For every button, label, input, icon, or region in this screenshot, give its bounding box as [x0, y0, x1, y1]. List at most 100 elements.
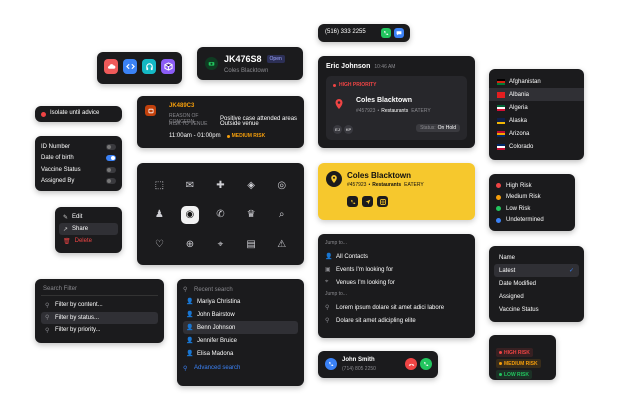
country-item[interactable]: Albania	[489, 88, 584, 101]
risk-label: RISK TO VENUE	[169, 121, 208, 127]
decline-call-button[interactable]	[405, 358, 417, 370]
red-dot	[41, 111, 46, 117]
plus-circle-icon-glyph: ⊕	[185, 238, 195, 250]
recent-item[interactable]: 👤 Benn Johnson	[183, 321, 298, 334]
isolate-chip[interactable]: Isolate until advice	[35, 106, 122, 122]
phone-icon[interactable]: ✆	[205, 200, 236, 229]
jump-item[interactable]: ⚲ Lorem ipsum dolare sit amet adici labo…	[325, 301, 468, 314]
plate-card[interactable]: JK476S8 Open Coles Blacktown	[197, 47, 303, 80]
jump-item-label: Lorem ipsum dolare sit amet adici labore	[336, 304, 445, 311]
search-icon: ⚲	[183, 365, 188, 372]
avatar[interactable]: KP	[344, 125, 353, 134]
grid-icon[interactable]	[377, 196, 388, 207]
country-item[interactable]: Alaska	[489, 114, 584, 127]
headphones-icon[interactable]	[142, 59, 156, 74]
share-label: Share	[72, 226, 89, 232]
menu-item-share[interactable]: ↗ Share	[59, 223, 118, 235]
toggle-switch[interactable]	[106, 143, 116, 150]
recent-item[interactable]: 👤 Mariya Christina	[183, 295, 298, 308]
filter-option[interactable]: ⚲ Filter by status...	[41, 311, 158, 324]
isolate-label: Isolate until advice	[50, 110, 100, 116]
sort-option[interactable]: Name	[494, 251, 579, 264]
jump-item[interactable]: 👤 All Contacts	[325, 250, 468, 263]
status-pill[interactable]: Status: On Hold	[416, 124, 460, 132]
setting-label: Vaccine Status	[41, 166, 81, 173]
case-card[interactable]: JK489C3 REASON OF CONCERN Positive case …	[137, 96, 304, 148]
avatar[interactable]: EJ	[333, 125, 342, 134]
flag-icon	[497, 78, 505, 85]
bag-icon[interactable]: ◈	[236, 171, 267, 200]
plate-subtitle: Coles Blacktown	[224, 68, 269, 74]
sort-option[interactable]: Assigned	[494, 290, 579, 303]
recent-search-header[interactable]: ⚲ Recent search	[183, 284, 298, 295]
code-icon[interactable]	[123, 59, 137, 74]
jump-item[interactable]: ▣ Events I'm looking for	[325, 263, 468, 276]
risk-legend-item: Medium Risk	[496, 192, 568, 204]
advanced-search-link[interactable]: ⚲ Advanced search	[183, 362, 298, 374]
filter-option-label: Filter by content...	[55, 302, 103, 309]
jump-item[interactable]: ⚲ Dolare sit amet adicipling elite	[325, 314, 468, 327]
country-label: Alaska	[509, 117, 528, 124]
message-icon[interactable]	[394, 28, 404, 38]
box-icon[interactable]: ⬚	[144, 171, 175, 200]
search-icon: ⚲	[45, 302, 50, 309]
risk-pill-row: HIGH RISK	[496, 341, 549, 357]
sort-menu: Name Latest ✓ Date Modified Assigned Vaccine …	[489, 246, 584, 322]
priority-message[interactable]: HIGH PRIORITY Coles Blacktown #457923 • …	[326, 76, 467, 140]
sort-option[interactable]: Latest ✓	[494, 264, 579, 277]
jump-menu: Jump to... 👤 All Contacts ▣ Events I'm l…	[318, 234, 475, 338]
first-aid-icon[interactable]: ✚	[205, 171, 236, 200]
setting-label: ID Number	[41, 143, 71, 150]
plus-circle-icon[interactable]: ⊕	[175, 230, 206, 259]
country-item[interactable]: Algeria	[489, 101, 584, 114]
search-icon: ⚲	[183, 287, 188, 293]
crown-icon[interactable]: ♛	[236, 200, 267, 229]
warning-icon[interactable]: ⚠	[266, 230, 297, 259]
app-icons-card	[97, 52, 182, 84]
user-icon[interactable]: ♟	[144, 200, 175, 229]
sort-option[interactable]: Date Modified	[494, 277, 579, 290]
priority-label: HIGH PRIORITY	[339, 82, 377, 88]
country-item[interactable]: Afghanistan	[489, 75, 584, 88]
package-icon[interactable]	[161, 59, 175, 74]
location-pin-icon	[333, 98, 345, 110]
jump-header: Jump to...	[325, 291, 347, 297]
separator-dot: •	[377, 108, 380, 114]
coin-icon[interactable]: ◎	[266, 171, 297, 200]
country-item[interactable]: Colorado	[489, 140, 584, 153]
navigation-icon[interactable]	[362, 196, 373, 207]
recent-item[interactable]: 👤 Jennifer Bruice	[183, 334, 298, 347]
chef-hat-icon[interactable]: ◉	[175, 200, 206, 229]
call-card: John Smith (714) 805 2250	[318, 351, 438, 378]
medium-risk-badge: MEDIUM RISK	[226, 133, 265, 139]
toggle-switch[interactable]	[106, 166, 116, 173]
heart-icon[interactable]: ♡	[144, 230, 175, 259]
toggle-switch[interactable]	[106, 178, 116, 185]
recent-item[interactable]: 👤 Elisa Madona	[183, 347, 298, 360]
filter-option[interactable]: ⚲ Filter by priority...	[41, 324, 158, 337]
country-item[interactable]: Arizona	[489, 127, 584, 140]
cloud-icon[interactable]	[104, 59, 118, 74]
document-icon[interactable]: ▤	[236, 230, 267, 259]
menu-item-delete[interactable]: 🗑 Delete	[59, 235, 118, 247]
recent-item-label: Benn Johnson	[197, 324, 236, 331]
venue-card[interactable]: Coles Blacktown #457923 • Restaurants EA…	[318, 163, 475, 220]
mail-icon[interactable]: ✉	[175, 171, 206, 200]
recent-item[interactable]: 👤 John Bairstow	[183, 308, 298, 321]
sort-option[interactable]: Vaccine Status	[494, 303, 579, 316]
phone-chip[interactable]: (516) 333 2255	[318, 24, 410, 42]
toggle-switch[interactable]	[106, 155, 116, 162]
bag-icon-glyph: ◈	[247, 180, 255, 192]
call-icon[interactable]	[347, 196, 358, 207]
search-icon[interactable]: ⌕	[266, 200, 297, 229]
menu-item-edit[interactable]: ✎ Edit	[59, 211, 118, 223]
location-icon: ⌖	[325, 279, 329, 285]
jump-item[interactable]: ⌖ Venues I'm looking for	[325, 276, 468, 289]
search-filter-input[interactable]: Search Filter	[41, 284, 158, 296]
location-icon[interactable]: ⌖	[205, 230, 236, 259]
filter-option[interactable]: ⚲ Filter by content...	[41, 299, 158, 312]
chat-card: Eric Johnson 10:46 AM HIGH PRIORITY Cole…	[318, 56, 475, 148]
venue-type: EATERY	[404, 182, 424, 188]
accept-call-button[interactable]	[420, 358, 432, 370]
call-icon[interactable]	[381, 28, 391, 38]
